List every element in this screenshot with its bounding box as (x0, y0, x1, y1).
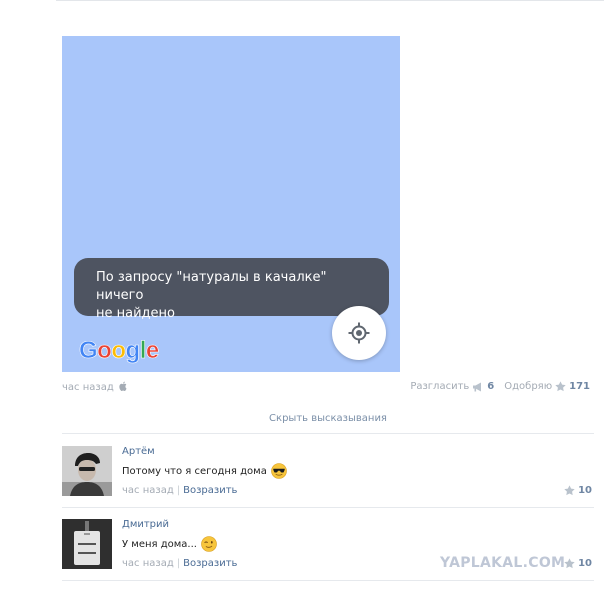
avatar[interactable] (62, 519, 112, 569)
divider (62, 580, 594, 581)
wink-emoji-icon (201, 536, 217, 552)
comment-author[interactable]: Дмитрий (122, 519, 169, 530)
like-label[interactable]: Одобряю (504, 381, 552, 392)
comment-footer: час назад | Возразить (122, 558, 237, 569)
my-location-button[interactable] (332, 306, 386, 360)
divider (62, 507, 594, 508)
comment-likes[interactable]: 10 (564, 558, 592, 569)
logo-letter: o (111, 337, 126, 365)
post-time: час назад (62, 382, 114, 393)
post-meta: час назад (62, 381, 128, 393)
avatar-photo (62, 446, 112, 496)
like-count: 171 (569, 381, 590, 392)
separator: | (176, 485, 181, 496)
comment-time: час назад (122, 485, 174, 496)
search-toast: По запросу "натуралы в качалке" ничего н… (74, 258, 389, 321)
hide-comments-link[interactable]: Скрыть высказывания (62, 413, 594, 424)
comment-time: час назад (122, 558, 174, 569)
my-location-icon (348, 322, 370, 344)
toast-line-2: не найдено (96, 306, 175, 321)
top-divider (56, 0, 604, 1)
google-logo: Google (79, 337, 160, 365)
separator: | (176, 558, 181, 569)
dislike-count: 6 (487, 381, 495, 392)
comment-like-count: 10 (578, 558, 592, 569)
avatar[interactable] (62, 446, 112, 496)
comment-likes[interactable]: 10 (564, 485, 592, 496)
logo-letter: e (145, 337, 160, 365)
comment-footer: час назад | Возразить (122, 485, 237, 496)
megaphone-icon[interactable] (472, 382, 484, 392)
sunglasses-emoji-icon (271, 463, 287, 479)
apple-icon (119, 381, 127, 391)
comment-text-content: Потому что я сегодня дома (122, 465, 267, 477)
divider (62, 433, 594, 434)
logo-letter: G (79, 337, 98, 365)
dislike-label[interactable]: Разгласить (410, 381, 469, 392)
comment-text: У меня дома... (122, 536, 217, 552)
map-image: По запросу "натуралы в качалке" ничего н… (62, 36, 400, 372)
logo-letter: o (97, 337, 112, 365)
post-stats: Разгласить 6 Одобряю 171 (410, 381, 590, 392)
comment: Артём Потому что я сегодня дома час наза… (62, 440, 594, 506)
avatar-photo (62, 519, 112, 569)
watermark: YAPLAKAL.COM (440, 555, 566, 571)
reply-link[interactable]: Возразить (183, 485, 237, 496)
toast-line-1: По запросу "натуралы в качалке" ничего (96, 270, 327, 303)
logo-letter: g (125, 337, 140, 365)
star-icon (564, 558, 575, 569)
comment-author[interactable]: Артём (122, 446, 155, 457)
comment-text: Потому что я сегодня дома (122, 463, 287, 479)
comment-text-content: У меня дома... (122, 538, 197, 550)
reply-link[interactable]: Возразить (183, 558, 237, 569)
comment-like-count: 10 (578, 485, 592, 496)
star-icon[interactable] (555, 381, 566, 392)
star-icon (564, 485, 575, 496)
